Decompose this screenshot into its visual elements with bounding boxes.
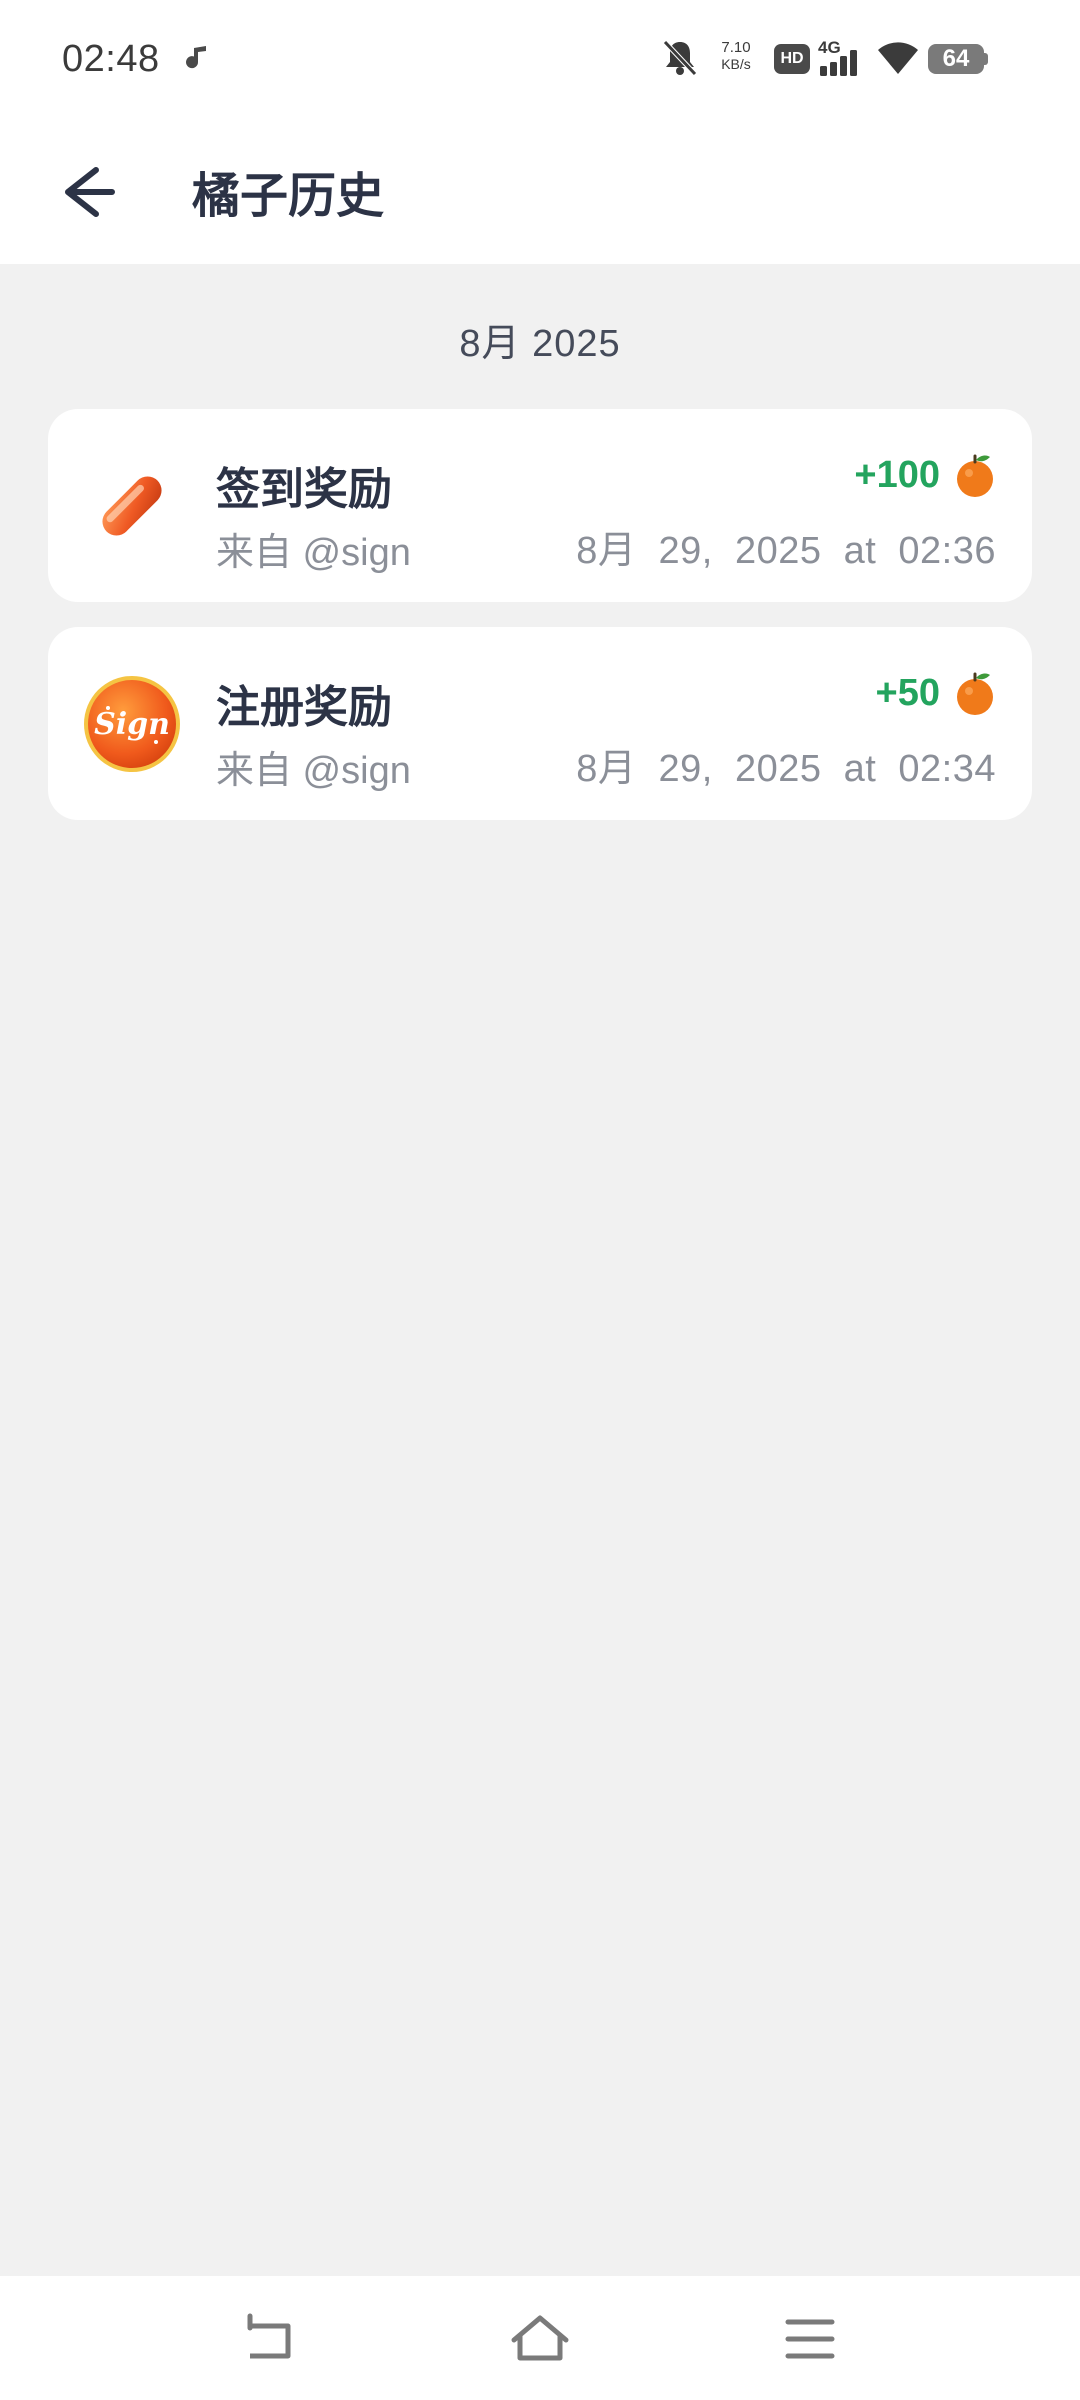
history-amount: +100 — [854, 453, 940, 496]
signal-icon — [820, 50, 857, 76]
history-title: 注册奖励 — [216, 683, 392, 732]
history-date: 8月 29, 2025 at 02:36 — [576, 530, 996, 572]
hd-badge: HD — [774, 44, 810, 74]
svg-text:Sign: Sign — [94, 707, 170, 742]
bell-off-icon — [663, 40, 697, 76]
app-bar: 橘子历史 — [0, 116, 1080, 264]
system-nav-bar — [0, 2276, 1080, 2400]
wifi-icon — [878, 42, 918, 74]
net-speed-unit: KB/s — [721, 56, 751, 72]
net-speed-value: 7.10 — [721, 39, 751, 56]
history-amount-group: +50 — [876, 665, 996, 721]
history-source: 来自 @sign — [216, 750, 411, 792]
menu-icon[interactable] — [770, 2304, 850, 2374]
orange-icon — [957, 454, 993, 497]
battery-tip — [984, 53, 988, 65]
history-item-checkin[interactable]: 签到奖励 来自 @sign +100 8月 29, 2025 at 02:36 — [48, 409, 1032, 602]
capsule-icon — [102, 476, 162, 536]
arrow-left-icon[interactable] — [46, 152, 126, 232]
orange-icon — [957, 672, 993, 715]
page-title: 橘子历史 — [192, 170, 385, 223]
history-date: 8月 29, 2025 at 02:34 — [576, 748, 996, 790]
status-icons: 7.10 KB/s HD 4G 64 — [662, 36, 1022, 80]
history-amount: +50 — [875, 671, 940, 714]
history-amount-group: +100 — [854, 447, 996, 503]
status-bar: 02:48 7.10 KB/s HD 4G 64 — [0, 0, 1080, 116]
battery-icon: 64 — [928, 44, 984, 74]
month-section-label: 8月 2025 — [459, 323, 621, 365]
status-time: 02:48 — [62, 38, 160, 80]
home-icon[interactable] — [500, 2304, 580, 2374]
sign-logo: Sign — [84, 676, 180, 772]
music-note-icon — [186, 44, 206, 69]
back-nav-icon[interactable] — [230, 2304, 310, 2374]
history-item-register[interactable]: Sign 注册奖励 来自 @sign +50 8月 29, 2025 at 02… — [48, 627, 1032, 820]
net-speed: 7.10 KB/s — [704, 39, 768, 73]
history-title: 签到奖励 — [216, 465, 392, 514]
history-source: 来自 @sign — [216, 532, 411, 574]
